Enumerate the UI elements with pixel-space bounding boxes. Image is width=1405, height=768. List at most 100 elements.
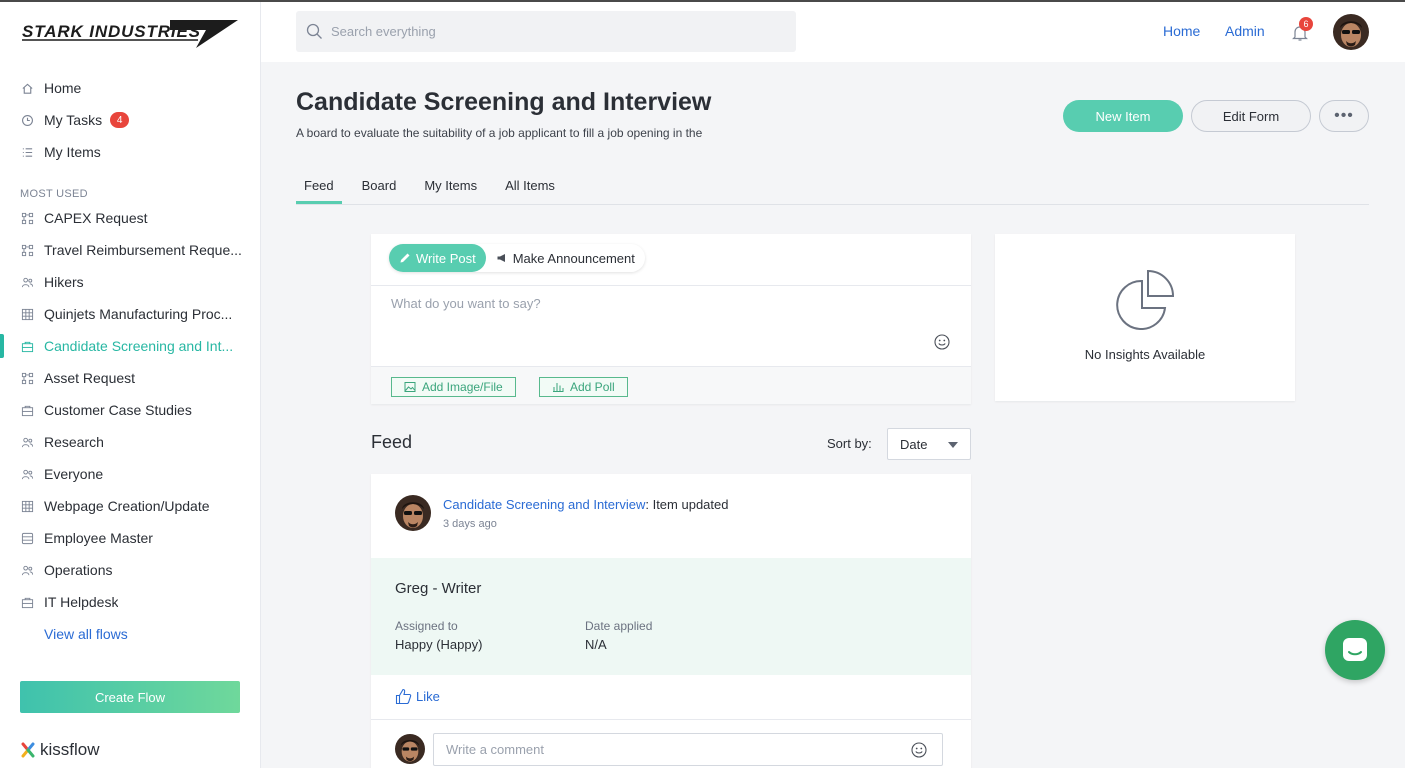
comment-input[interactable] (446, 742, 886, 757)
more-options-button[interactable]: ••• (1319, 100, 1369, 132)
chat-icon (1343, 638, 1367, 661)
sidebar-item-label: Candidate Screening and Int... (44, 338, 234, 354)
app-window: STARK INDUSTRIES Home My Tasks 4 My Item… (0, 0, 1405, 768)
sidebar-item-hikers[interactable]: Hikers (0, 266, 260, 298)
sidebar-item-quinjets[interactable]: Quinjets Manufacturing Proc... (0, 298, 260, 330)
sidebar-item-label: Customer Case Studies (44, 402, 192, 418)
sidebar-item-capex-request[interactable]: CAPEX Request (0, 202, 260, 234)
assigned-to-label: Assigned to (395, 619, 458, 633)
stark-industries-logo[interactable]: STARK INDUSTRIES (20, 16, 240, 50)
post-flow-link[interactable]: Candidate Screening and Interview (443, 497, 645, 512)
section-label-most-used: MOST USED (20, 188, 88, 200)
sort-value: Date (900, 436, 928, 452)
edit-form-button[interactable]: Edit Form (1191, 100, 1311, 132)
post-composer: Write Post Make Announcement Add Image/F… (371, 234, 971, 404)
like-button[interactable]: Like (395, 688, 440, 705)
tab-my-items[interactable]: My Items (416, 170, 485, 204)
page-description: A board to evaluate the suitability of a… (296, 126, 703, 140)
commenter-avatar (395, 734, 425, 764)
sidebar-item-label: Travel Reimbursement Reque... (44, 242, 242, 258)
insights-panel: No Insights Available (995, 234, 1295, 401)
make-announcement-tab[interactable]: Make Announcement (486, 244, 645, 272)
composer-footer: Add Image/File Add Poll (371, 366, 971, 404)
sidebar-item-home[interactable]: Home (0, 72, 260, 104)
kissflow-brand[interactable]: kissflow (20, 740, 100, 760)
sidebar-item-research[interactable]: Research (0, 426, 260, 458)
sort-dropdown[interactable]: Date (887, 428, 971, 460)
kissflow-logo-icon (21, 742, 35, 758)
users-icon (20, 275, 34, 289)
post-input[interactable] (391, 296, 931, 311)
sidebar-item-it-helpdesk[interactable]: IT Helpdesk (0, 586, 260, 618)
create-flow-button[interactable]: Create Flow (20, 681, 240, 713)
users-icon (20, 435, 34, 449)
sort-label: Sort by: (827, 436, 872, 451)
post-action-text: : Item updated (645, 497, 729, 512)
no-insights-text: No Insights Available (1084, 347, 1206, 362)
composer-divider (371, 285, 971, 286)
top-nav-home-link[interactable]: Home (1163, 23, 1200, 39)
sidebar-item-operations[interactable]: Operations (0, 554, 260, 586)
sidebar-item-my-tasks[interactable]: My Tasks 4 (0, 104, 260, 136)
post-author-avatar[interactable] (395, 495, 431, 531)
tab-board[interactable]: Board (354, 170, 405, 204)
item-title: Greg - Writer (395, 580, 482, 597)
user-avatar[interactable] (1333, 14, 1369, 50)
sidebar-item-customer-case-studies[interactable]: Customer Case Studies (0, 394, 260, 426)
view-all-flows-link[interactable]: View all flows (0, 618, 260, 650)
date-applied-label: Date applied (585, 619, 653, 633)
board-icon (20, 339, 34, 353)
add-image-file-label: Add Image/File (422, 380, 503, 394)
post-timestamp: 3 days ago (443, 518, 497, 530)
new-item-button[interactable]: New Item (1063, 100, 1183, 132)
sidebar-item-label: Quinjets Manufacturing Proc... (44, 306, 233, 322)
chat-launcher-button[interactable] (1325, 620, 1385, 680)
sidebar-item-label: Webpage Creation/Update (44, 498, 210, 514)
caret-down-icon (948, 442, 958, 448)
sidebar-item-everyone[interactable]: Everyone (0, 458, 260, 490)
process-icon (20, 371, 34, 385)
sidebar-item-label: My Tasks (44, 112, 103, 128)
date-applied-value: N/A (585, 637, 607, 652)
sidebar-item-label: IT Helpdesk (44, 594, 119, 610)
top-bar: Home Admin 6 (261, 2, 1405, 62)
bar-chart-icon (553, 383, 564, 392)
sidebar-item-label: Research (44, 434, 104, 450)
list-icon (20, 145, 34, 159)
add-poll-label: Add Poll (570, 380, 615, 394)
sidebar-item-label: Everyone (44, 466, 104, 482)
sidebar-item-employee-master[interactable]: Employee Master (0, 522, 260, 554)
sidebar-item-travel-reimbursement[interactable]: Travel Reimbursement Reque... (0, 234, 260, 266)
add-poll-button[interactable]: Add Poll (539, 377, 628, 397)
clock-icon (20, 113, 34, 127)
tasks-count-badge: 4 (110, 112, 130, 128)
sidebar-item-label: My Items (44, 144, 101, 160)
tab-feed[interactable]: Feed (296, 170, 342, 204)
top-nav-admin-link[interactable]: Admin (1225, 23, 1265, 39)
composer-mode-toggle: Write Post Make Announcement (389, 244, 645, 272)
grid-icon (20, 307, 34, 321)
sidebar-item-label: Asset Request (44, 370, 136, 386)
sidebar-item-label: CAPEX Request (44, 210, 148, 226)
emoji-icon[interactable] (934, 334, 950, 350)
sidebar-item-asset-request[interactable]: Asset Request (0, 362, 260, 394)
process-icon (20, 211, 34, 225)
thumbs-up-icon (395, 688, 412, 705)
sidebar-item-label: Home (44, 80, 82, 96)
feed-post-card: Candidate Screening and Interview: Item … (371, 474, 971, 768)
sidebar-item-my-items[interactable]: My Items (0, 136, 260, 168)
like-label: Like (416, 689, 440, 704)
sidebar-item-webpage-creation[interactable]: Webpage Creation/Update (0, 490, 260, 522)
write-post-tab[interactable]: Write Post (389, 244, 486, 272)
sidebar-item-candidate-screening[interactable]: Candidate Screening and Int... (0, 330, 260, 362)
sidebar-nav: Home My Tasks 4 My Items MOST USED CAPEX… (0, 72, 260, 650)
pie-chart-icon (1116, 269, 1175, 330)
users-icon (20, 563, 34, 577)
item-summary[interactable]: Greg - Writer Assigned to Happy (Happy) … (371, 558, 971, 675)
search-input[interactable] (331, 24, 771, 39)
add-image-file-button[interactable]: Add Image/File (391, 377, 516, 397)
assigned-to-value: Happy (Happy) (395, 637, 483, 652)
emoji-icon[interactable] (911, 742, 927, 758)
search-bar[interactable] (296, 11, 796, 52)
tab-all-items[interactable]: All Items (497, 170, 563, 204)
